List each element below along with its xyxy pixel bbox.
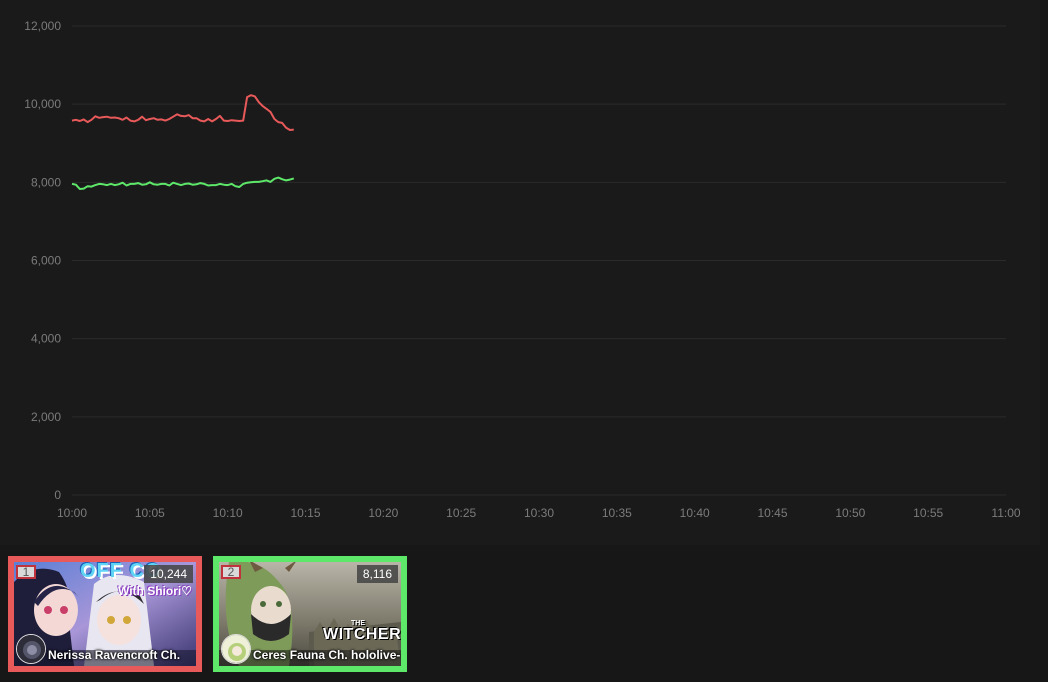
x-tick-label: 10:10 — [213, 506, 243, 520]
y-tick-label: 0 — [54, 488, 61, 502]
x-tick-labels: 10:00 10:05 10:10 10:15 10:20 10:25 10:30 10:35… — [57, 506, 1021, 520]
channel-avatar — [221, 634, 251, 664]
x-tick-label: 10:05 — [135, 506, 165, 520]
y-tick-label: 4,000 — [31, 332, 61, 346]
y-tick-labels: 0 2,000 4,000 6,000 8,000 10,000 12,000 — [24, 19, 61, 502]
x-tick-label: 10:00 — [57, 506, 87, 520]
grid-lines — [72, 25, 1006, 496]
stream-card-1[interactable]: OFF CO With Shiori♡ 1 10,244 Nerissa Rav… — [8, 556, 202, 672]
x-tick-label: 10:25 — [446, 506, 476, 520]
chart-area: 0 2,000 4,000 6,000 8,000 10,000 12,000 10:00 1… — [0, 0, 1048, 545]
rank-badge: 1 — [16, 565, 36, 579]
x-tick-label: 10:50 — [835, 506, 865, 520]
stream-card-inner[interactable]: THE WITCHER 2 8,116 Ceres Fauna Ch. holo… — [219, 562, 401, 666]
y-tick-label: 8,000 — [31, 175, 61, 189]
series-line-2 — [71, 176, 295, 190]
scroll-edge — [1040, 0, 1048, 682]
x-tick-label: 10:55 — [913, 506, 943, 520]
thumbnail-subtitle: With Shiori♡ — [118, 584, 192, 598]
series-lines — [71, 94, 295, 190]
stream-card-inner[interactable]: OFF CO With Shiori♡ 1 10,244 Nerissa Rav… — [14, 562, 196, 666]
x-tick-label: 10:35 — [602, 506, 632, 520]
viewer-count: 10,244 — [144, 565, 193, 583]
channel-avatar — [16, 634, 46, 664]
x-tick-label: 10:40 — [680, 506, 710, 520]
x-tick-label: 10:20 — [368, 506, 398, 520]
x-tick-label: 10:45 — [757, 506, 787, 520]
thumbnail-title: WITCHER — [323, 626, 401, 643]
y-tick-label: 12,000 — [24, 19, 61, 33]
channel-name[interactable]: Nerissa Ravencroft Ch. — [48, 648, 194, 662]
stream-card-2[interactable]: THE WITCHER 2 8,116 Ceres Fauna Ch. holo… — [213, 556, 407, 672]
x-tick-label: 10:30 — [524, 506, 554, 520]
y-tick-label: 2,000 — [31, 410, 61, 424]
series-line-1 — [71, 94, 294, 131]
y-tick-label: 6,000 — [31, 254, 61, 268]
x-tick-label: 11:00 — [991, 506, 1020, 520]
viewer-chart: 02,0004,0006,0008,00010,00012,000 10:00 1… — [24, 19, 1021, 520]
rank-badge: 2 — [221, 565, 241, 579]
x-tick-label: 10:15 — [290, 506, 320, 520]
viewer-count: 8,116 — [356, 565, 398, 583]
channel-name[interactable]: Ceres Fauna Ch. hololive- — [253, 648, 400, 662]
y-tick-label: 10,000 — [24, 97, 61, 111]
